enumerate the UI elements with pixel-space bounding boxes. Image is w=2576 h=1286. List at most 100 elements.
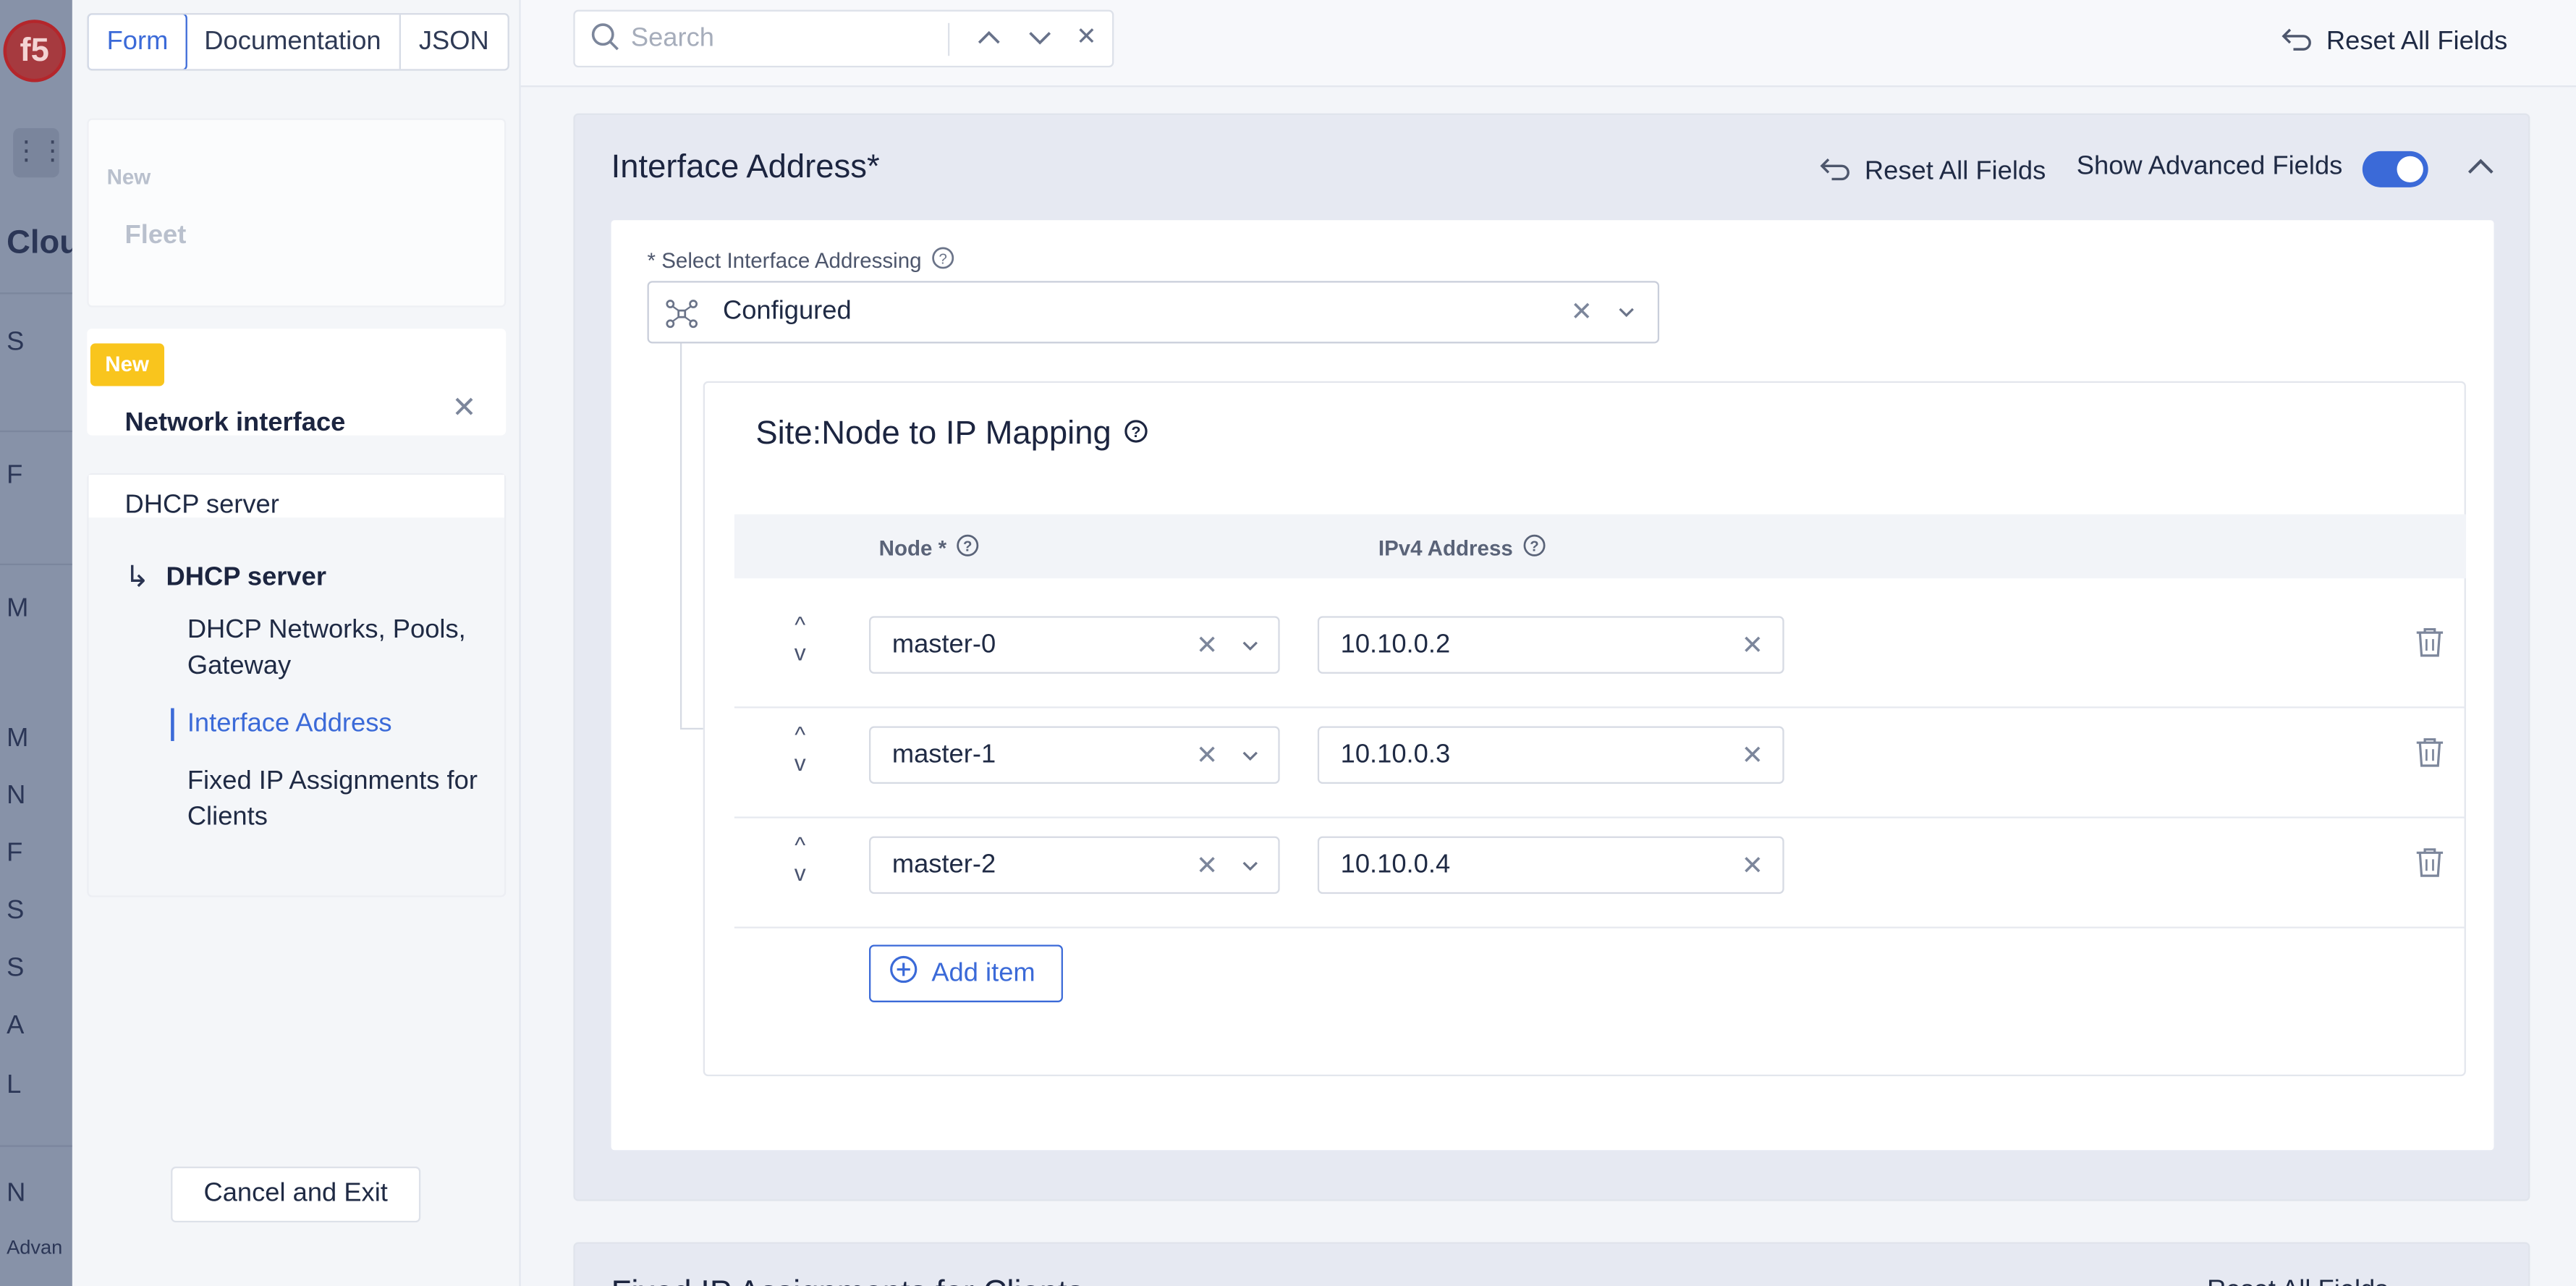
bg-nav-item: F	[7, 461, 23, 490]
tab-json[interactable]: JSON	[401, 14, 507, 69]
fleet-card[interactable]: New Fleet	[87, 118, 507, 308]
chevron-down-icon[interactable]	[1239, 855, 1262, 886]
section-reset-label: Reset All Fields	[1864, 156, 2046, 185]
tab-form[interactable]: Form	[88, 14, 188, 69]
node-value: master-2	[891, 851, 996, 879]
ipv4-field: ✕	[1317, 616, 1784, 674]
clear-search-icon[interactable]: ✕	[1076, 22, 1097, 51]
tree-connector	[679, 343, 682, 728]
column-node: Node * ?	[879, 534, 980, 562]
move-up-icon[interactable]: ^	[790, 722, 810, 750]
move-down-icon[interactable]: v	[790, 859, 810, 887]
move-up-icon[interactable]: ^	[790, 612, 810, 640]
trash-icon[interactable]	[2415, 846, 2444, 887]
tab-documentation[interactable]: Documentation	[186, 14, 401, 69]
mapping-title: Site:Node to IP Mapping ?	[755, 415, 1149, 453]
trash-icon[interactable]	[2415, 626, 2444, 667]
reset-all-fields-top-button[interactable]: Reset All Fields	[2280, 23, 2507, 61]
move-down-icon[interactable]: v	[790, 749, 810, 777]
fixed-ip-section: Fixed IP Assignments for Clients ↩ Reset…	[573, 1242, 2530, 1286]
help-icon[interactable]: ?	[1522, 534, 1546, 562]
table-row: ^ v master-0 ✕ ✕	[734, 598, 2466, 708]
column-node-label: Node *	[878, 536, 947, 561]
add-item-button[interactable]: Add item	[869, 944, 1063, 1002]
search-divider	[948, 22, 950, 56]
help-icon[interactable]: ?	[957, 534, 980, 562]
ipv4-input[interactable]	[1340, 849, 1719, 883]
trash-icon[interactable]	[2415, 736, 2444, 777]
search-icon	[590, 22, 622, 63]
background-app: f5 ⋮⋮⋮ Clou S F M M N F S S A L N Advan	[0, 0, 72, 1286]
new-badge: New	[90, 343, 164, 386]
add-item-label: Add item	[931, 958, 1035, 987]
help-icon[interactable]: ?	[1124, 415, 1149, 453]
svg-text:?: ?	[1132, 423, 1141, 441]
plus-circle-icon	[889, 955, 918, 992]
ipv4-input[interactable]	[1340, 739, 1719, 773]
chevron-down-icon[interactable]	[1239, 634, 1262, 665]
interface-address-section: Interface Address* Reset All Fields Show…	[573, 113, 2530, 1201]
node-select[interactable]: master-0 ✕	[869, 616, 1280, 674]
addressing-field-label: * Select Interface Addressing ?	[648, 247, 954, 275]
undo-icon	[1818, 153, 1851, 190]
cancel-and-exit-button[interactable]: Cancel and Exit	[171, 1166, 421, 1223]
network-interface-card[interactable]: New Network interface ✕	[87, 329, 507, 437]
clear-icon[interactable]: ✕	[1196, 630, 1218, 662]
svg-text:?: ?	[1530, 539, 1538, 555]
nav-item-interface-address[interactable]: Interface Address	[171, 706, 491, 743]
ipv4-input[interactable]	[1340, 629, 1719, 662]
node-select[interactable]: master-2 ✕	[869, 836, 1280, 894]
dhcp-server-heading[interactable]: ↳ DHCP server	[125, 560, 326, 595]
clear-icon[interactable]: ✕	[1196, 850, 1218, 882]
fixed-ip-reset-button[interactable]: ↩ Reset All Fields	[2172, 1277, 2388, 1286]
bg-title: Clou	[7, 225, 72, 261]
close-icon[interactable]: ✕	[452, 391, 476, 426]
form-nav-panel: Form Documentation JSON New Fleet New Ne…	[72, 0, 521, 1286]
bg-nav-item: Advan	[7, 1235, 63, 1259]
show-advanced-toggle[interactable]	[2362, 151, 2428, 187]
nav-item-fixed-ip[interactable]: Fixed IP Assignments for Clients	[187, 764, 491, 837]
table-row: ^ v master-2 ✕ ✕	[734, 818, 2466, 928]
move-down-icon[interactable]: v	[790, 639, 810, 667]
bg-nav-item: L	[7, 1071, 22, 1099]
bg-nav-item: M	[7, 594, 29, 623]
dhcp-server-top-label: DHCP server	[124, 491, 279, 520]
clear-icon[interactable]: ✕	[1742, 630, 1763, 662]
view-mode-tabs: Form Documentation JSON	[87, 13, 509, 71]
node-value: master-1	[891, 740, 996, 769]
search-input[interactable]	[630, 22, 944, 56]
chevron-up-icon[interactable]	[976, 20, 1002, 61]
section-body: * Select Interface Addressing ? Configur…	[611, 220, 2494, 1151]
bg-nav-item: F	[7, 839, 23, 868]
tree-connector	[679, 727, 703, 730]
chevron-down-icon[interactable]	[1027, 20, 1053, 61]
interface-addressing-select[interactable]: Configured ✕	[647, 281, 1660, 344]
svg-text:?: ?	[963, 539, 972, 555]
clear-icon[interactable]: ✕	[1742, 740, 1763, 772]
section-reset-button[interactable]: Reset All Fields	[1818, 153, 2046, 190]
reorder-controls: ^ v	[790, 722, 810, 777]
fleet-title: Fleet	[124, 221, 187, 250]
interface-addressing-value: Configured	[722, 297, 852, 326]
nav-item-dhcp-networks[interactable]: DHCP Networks, Pools, Gateway	[187, 613, 491, 685]
f5-logo: f5	[3, 20, 66, 83]
clear-icon[interactable]: ✕	[1571, 296, 1593, 329]
help-icon[interactable]: ?	[931, 247, 954, 275]
undo-icon: ↩	[2172, 1277, 2193, 1286]
ipv4-field: ✕	[1317, 726, 1784, 784]
search-box: ✕	[573, 9, 1114, 68]
section-title: Interface Address*	[611, 149, 880, 186]
chevron-down-icon[interactable]	[1615, 300, 1638, 331]
clear-icon[interactable]: ✕	[1742, 850, 1763, 882]
undo-icon	[2280, 23, 2313, 61]
app-grid-icon: ⋮⋮⋮	[13, 128, 72, 178]
node-value: master-0	[891, 630, 996, 659]
chevron-up-icon[interactable]	[2465, 148, 2497, 192]
chevron-down-icon[interactable]	[1239, 744, 1262, 775]
move-up-icon[interactable]: ^	[790, 832, 810, 860]
bg-nav-item: A	[7, 1012, 25, 1041]
node-select[interactable]: master-1 ✕	[869, 726, 1280, 784]
fixed-ip-section-title: Fixed IP Assignments for Clients	[611, 1275, 1084, 1286]
dhcp-server-top-item[interactable]: DHCP server	[88, 475, 505, 519]
clear-icon[interactable]: ✕	[1196, 740, 1218, 772]
